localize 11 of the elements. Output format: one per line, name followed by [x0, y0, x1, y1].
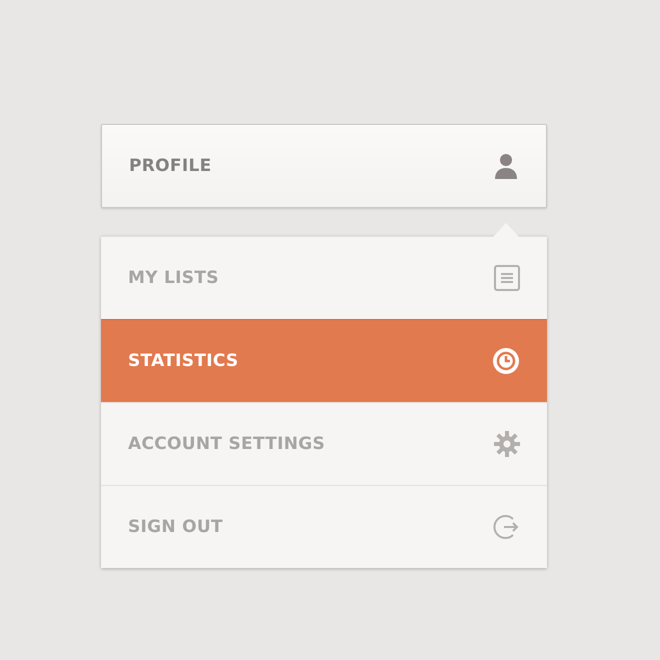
menu-item[interactable]: STATISTICS	[101, 319, 547, 402]
menu-item[interactable]: SIGN OUT	[101, 485, 547, 568]
menu-pointer	[493, 222, 519, 237]
sign-out-icon	[493, 513, 521, 541]
user-icon	[492, 152, 520, 180]
menu-item[interactable]: ACCOUNT SETTINGS	[101, 402, 547, 485]
clock-icon	[491, 346, 521, 376]
profile-button[interactable]: PROFILE	[101, 124, 547, 208]
gear-icon	[493, 430, 521, 458]
list-icon	[493, 264, 521, 292]
menu-item[interactable]: MY LISTS	[101, 236, 547, 319]
